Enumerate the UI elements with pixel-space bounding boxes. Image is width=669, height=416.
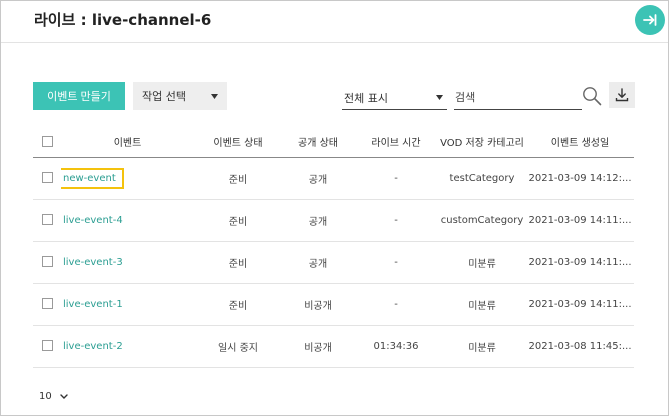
page-size-value: 10 xyxy=(39,391,52,402)
live-time-cell: - xyxy=(394,298,398,310)
download-icon xyxy=(615,88,629,102)
category-cell: 미분류 xyxy=(468,258,496,270)
row-checkbox[interactable] xyxy=(41,172,53,184)
visibility-cell: 공개 xyxy=(308,258,328,270)
column-header-live-time: 라이브 시간 xyxy=(371,138,421,150)
event-status-cell: 준비 xyxy=(228,300,248,312)
live-time-cell: - xyxy=(394,256,398,268)
search-icon[interactable] xyxy=(582,86,602,106)
category-cell: testCategory xyxy=(449,172,515,184)
exit-button[interactable] xyxy=(635,5,665,35)
column-header-created-date: 이벤트 생성일 xyxy=(550,138,610,150)
action-select-label: 작업 선택 xyxy=(142,90,186,103)
page-title: 라이브 : live-channel-6 xyxy=(34,11,212,29)
created-date-cell: 2021-03-09 14:12:... xyxy=(528,172,632,184)
event-link[interactable]: new-event xyxy=(61,167,124,189)
exit-icon xyxy=(643,14,657,26)
event-table: 이벤트 이벤트 상태 공개 상태 라이브 시간 VOD 저장 카테고리 이벤트 … xyxy=(33,127,634,368)
select-all-checkbox[interactable] xyxy=(41,136,53,147)
table-header-row: 이벤트 이벤트 상태 공개 상태 라이브 시간 VOD 저장 카테고리 이벤트 … xyxy=(33,127,634,157)
event-link[interactable]: live-event-1 xyxy=(63,299,123,310)
live-time-cell: 01:34:36 xyxy=(373,340,419,352)
event-status-cell: 준비 xyxy=(228,174,248,186)
row-checkbox[interactable] xyxy=(41,256,53,268)
chevron-down-icon xyxy=(211,94,218,99)
created-date-cell: 2021-03-08 11:45:... xyxy=(528,340,632,352)
event-link[interactable]: live-event-3 xyxy=(63,257,123,268)
row-checkbox[interactable] xyxy=(41,298,53,310)
download-button[interactable] xyxy=(609,82,635,108)
category-cell: 미분류 xyxy=(468,300,496,312)
action-select[interactable]: 작업 선택 xyxy=(133,82,227,110)
visibility-cell: 공개 xyxy=(308,216,328,228)
table-row: live-event-2 일시 중지 비공개 01:34:36 미분류 2021… xyxy=(33,325,634,367)
row-checkbox[interactable] xyxy=(41,214,53,226)
column-header-visibility: 공개 상태 xyxy=(298,138,338,150)
category-cell: customCategory xyxy=(440,214,524,226)
visibility-cell: 비공개 xyxy=(304,342,332,354)
display-filter-select[interactable]: 전체 표시 xyxy=(342,86,447,110)
column-header-event-status: 이벤트 상태 xyxy=(213,138,263,150)
column-header-vod-category: VOD 저장 카테고리 xyxy=(440,138,524,150)
row-checkbox[interactable] xyxy=(41,340,53,352)
chevron-down-icon xyxy=(436,95,443,100)
event-status-cell: 준비 xyxy=(228,258,248,270)
event-link[interactable]: live-event-2 xyxy=(63,341,123,352)
category-cell: 미분류 xyxy=(468,342,496,354)
created-date-cell: 2021-03-09 14:11:... xyxy=(528,214,632,226)
live-time-cell: - xyxy=(394,172,398,184)
created-date-cell: 2021-03-09 14:11:... xyxy=(528,256,632,268)
search-input[interactable] xyxy=(454,86,582,110)
event-link[interactable]: live-event-4 xyxy=(63,215,123,226)
display-filter-label: 전체 표시 xyxy=(344,92,388,105)
visibility-cell: 공개 xyxy=(308,174,328,186)
table-row: live-event-1 준비 비공개 - 미분류 2021-03-09 14:… xyxy=(33,283,634,325)
live-time-cell: - xyxy=(394,214,398,226)
visibility-cell: 비공개 xyxy=(304,300,332,312)
table-row: live-event-3 준비 공개 - 미분류 2021-03-09 14:1… xyxy=(33,241,634,283)
event-status-cell: 준비 xyxy=(228,216,248,228)
column-header-event: 이벤트 xyxy=(113,138,142,150)
page-header: 라이브 : live-channel-6 xyxy=(1,1,668,43)
table-row: new-event 준비 공개 - testCategory 2021-03-0… xyxy=(33,157,634,199)
created-date-cell: 2021-03-09 14:11:... xyxy=(528,298,632,310)
chevron-down-icon xyxy=(60,394,68,399)
create-event-button[interactable]: 이벤트 만들기 xyxy=(33,82,125,110)
page-size-select[interactable]: 10 xyxy=(39,391,68,402)
table-row: live-event-4 준비 공개 - customCategory 2021… xyxy=(33,199,634,241)
event-status-cell: 일시 중지 xyxy=(218,342,258,354)
